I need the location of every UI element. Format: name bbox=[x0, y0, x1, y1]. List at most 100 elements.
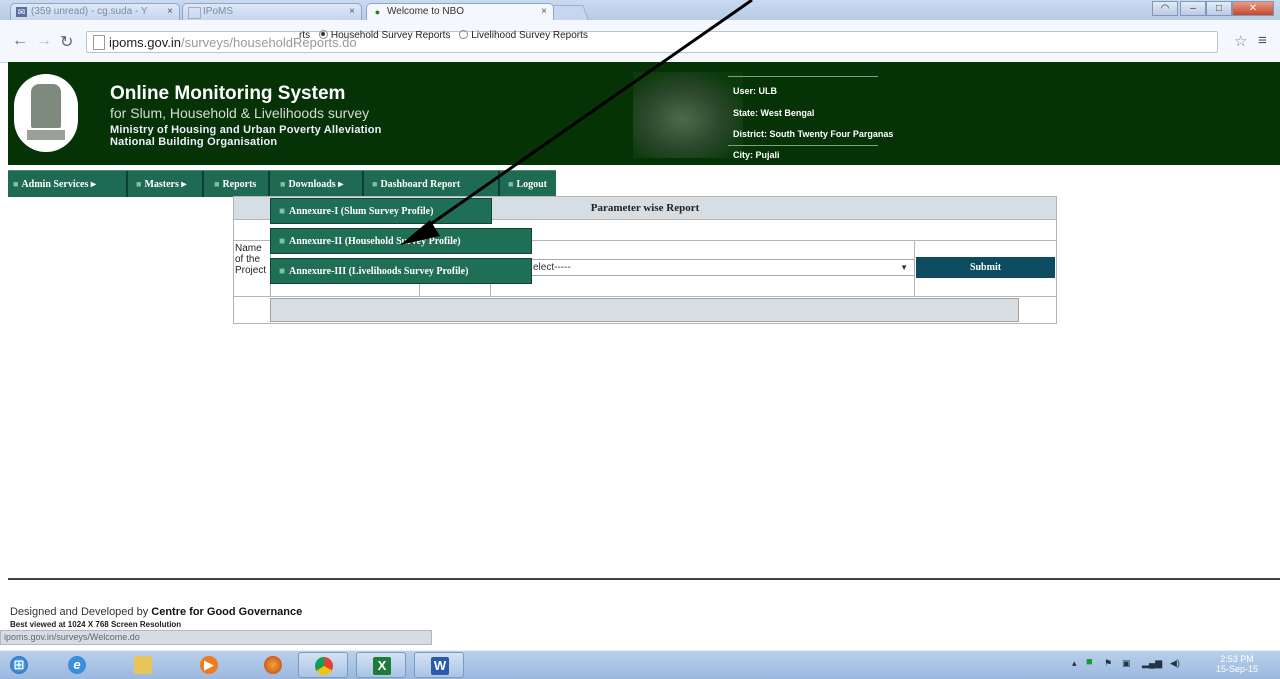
site-subtitle: for Slum, Household & Livelihoods survey bbox=[110, 105, 370, 121]
resolution-note: Best viewed at 1024 X 768 Screen Resolut… bbox=[10, 620, 182, 629]
tab-label: IPoMS bbox=[203, 6, 234, 17]
close-icon[interactable]: × bbox=[541, 4, 547, 20]
flag-icon[interactable]: ⚑ bbox=[1104, 658, 1112, 669]
close-icon[interactable]: × bbox=[349, 4, 355, 20]
credit-text: Designed and Developed by bbox=[10, 606, 149, 618]
project-select[interactable]: elect----- ▼ bbox=[490, 259, 915, 276]
bullet-icon: ■ bbox=[508, 179, 514, 189]
security-icon[interactable]: ■ bbox=[1086, 656, 1093, 668]
national-emblem-logo bbox=[14, 74, 78, 152]
windows-logo-icon: ⊞ bbox=[10, 656, 28, 674]
menu-admin-services[interactable]: ■ Admin Services ▸ bbox=[8, 171, 128, 197]
chevron-up-icon[interactable]: ▴ bbox=[1072, 658, 1077, 669]
network-icon[interactable]: ▣ bbox=[1122, 658, 1131, 669]
menu-label: Logout bbox=[516, 179, 547, 190]
site-title: Online Monitoring System bbox=[110, 83, 346, 104]
project-name-label: Name of the Project bbox=[235, 243, 267, 276]
menu-reports[interactable]: ■ Reports bbox=[204, 171, 270, 197]
windows-taskbar: ⊞ e ▶ X W ▴ ■ ⚑ ▣ ▂▄▆ ◀) 2:53 PM 15-Sep-… bbox=[0, 650, 1280, 679]
select-value: elect----- bbox=[533, 262, 571, 273]
volume-icon[interactable]: ◀) bbox=[1170, 658, 1180, 669]
divider bbox=[728, 76, 878, 77]
designer-name: Centre for Good Governance bbox=[151, 606, 303, 618]
page-icon bbox=[93, 35, 105, 50]
taskbar-word[interactable]: W bbox=[414, 652, 464, 678]
submit-button[interactable]: Submit bbox=[916, 257, 1055, 278]
menu-label: Admin Services bbox=[21, 179, 89, 190]
browser-tab-mail[interactable]: ✉ (359 unread) - cg.suda - Y × bbox=[10, 3, 180, 20]
menu-label: Annexure-II (Household Survey Profile) bbox=[289, 236, 461, 247]
bullet-icon: ■ bbox=[279, 266, 286, 277]
taskbar-excel[interactable]: X bbox=[356, 652, 406, 678]
close-icon[interactable]: × bbox=[167, 4, 173, 20]
livelihood-report-radio[interactable] bbox=[459, 29, 469, 39]
divider bbox=[233, 296, 1057, 297]
menu-logout[interactable]: ■ Logout bbox=[500, 171, 556, 197]
browser-tab-nbo[interactable]: ● Welcome to NBO × bbox=[366, 3, 554, 20]
folder-icon bbox=[134, 656, 152, 674]
dropdown-arrow-icon: ▼ bbox=[900, 263, 908, 272]
bullet-icon: ■ bbox=[13, 179, 19, 189]
menu-label: Annexure-III (Livelihoods Survey Profile… bbox=[289, 266, 469, 277]
browser-tab-ipoms[interactable]: IPoMS × bbox=[182, 3, 362, 20]
reload-icon[interactable]: ↻ bbox=[60, 32, 73, 52]
clock-time: 2:53 PM bbox=[1220, 654, 1254, 664]
tab-label: (359 unread) - cg.suda - Y bbox=[31, 6, 148, 17]
menu-masters[interactable]: ■ Masters ▸ bbox=[128, 171, 204, 197]
back-arrow-icon[interactable]: ← bbox=[12, 32, 28, 50]
menu-downloads[interactable]: ■ Downloads ▸ bbox=[270, 171, 364, 197]
user-info: User: ULB bbox=[733, 86, 778, 96]
url-host: ipoms.gov.in bbox=[109, 35, 182, 50]
globe-icon: ● bbox=[374, 7, 381, 17]
media-player-icon: ▶ bbox=[200, 656, 218, 674]
annexure-3-menu-item[interactable]: ■ Annexure-III (Livelihoods Survey Profil… bbox=[270, 258, 532, 284]
taskbar-chrome[interactable] bbox=[298, 652, 348, 678]
taskbar-firefox[interactable] bbox=[248, 652, 300, 678]
tab-label: Welcome to NBO bbox=[387, 6, 465, 17]
excel-icon: X bbox=[373, 657, 391, 675]
user-icon[interactable]: ◠ bbox=[1152, 1, 1178, 16]
bullet-icon: ■ bbox=[136, 179, 142, 189]
bullet-icon: ■ bbox=[280, 179, 286, 189]
signal-icon[interactable]: ▂▄▆ bbox=[1142, 658, 1162, 669]
household-report-radio[interactable] bbox=[318, 29, 328, 39]
maximize-button[interactable]: □ bbox=[1206, 1, 1232, 16]
address-bar: ← → ↻ ipoms.gov.in/surveys/householdRepo… bbox=[0, 20, 1280, 63]
taskbar-ie[interactable]: e bbox=[52, 652, 104, 678]
footer-divider bbox=[8, 578, 1280, 580]
radio-label: rts bbox=[299, 30, 311, 41]
taskbar-explorer[interactable] bbox=[118, 652, 170, 678]
browser-tab-strip: ✉ (359 unread) - cg.suda - Y × IPoMS × ●… bbox=[0, 0, 1280, 20]
menu-label: Downloads bbox=[288, 179, 336, 190]
menu-label: Annexure-I (Slum Survey Profile) bbox=[289, 206, 434, 217]
system-tray: ▴ ■ ⚑ ▣ ▂▄▆ ◀) 2:53 PM 15-Sep-15 bbox=[1070, 654, 1270, 676]
city-info: City: Pujali bbox=[733, 150, 780, 160]
clock-date: 15-Sep-15 bbox=[1216, 664, 1259, 674]
internet-explorer-icon: e bbox=[68, 656, 86, 674]
close-window-button[interactable]: ✕ bbox=[1232, 1, 1274, 16]
start-button[interactable]: ⊞ bbox=[0, 652, 44, 678]
bullet-icon: ■ bbox=[372, 179, 378, 189]
ministry-name: Ministry of Housing and Urban Poverty Al… bbox=[110, 124, 382, 136]
chrome-icon bbox=[315, 657, 333, 675]
clock[interactable]: 2:53 PM 15-Sep-15 bbox=[1216, 654, 1258, 674]
menu-label: Dashboard Report bbox=[380, 179, 461, 190]
firefox-icon bbox=[264, 656, 282, 674]
annexure-2-menu-item[interactable]: ■ Annexure-II (Household Survey Profile) bbox=[270, 228, 532, 254]
url-input[interactable]: ipoms.gov.in/surveys/householdReports.do bbox=[86, 31, 1218, 53]
menu-label: Reports bbox=[222, 179, 257, 190]
radio-label: Livelihood Survey Reports bbox=[471, 30, 588, 41]
minimize-button[interactable]: – bbox=[1180, 1, 1206, 16]
report-type-radios: rts Household Survey Reports Livelihood … bbox=[299, 29, 588, 41]
menu-label: Masters bbox=[144, 179, 179, 190]
hamburger-menu-icon[interactable]: ≡ bbox=[1258, 32, 1267, 49]
district-info: District: South Twenty Four Parganas bbox=[733, 129, 894, 139]
menu-dashboard-report[interactable]: ■ Dashboard Report bbox=[364, 171, 500, 197]
taskbar-media[interactable]: ▶ bbox=[184, 652, 236, 678]
forward-arrow-icon[interactable]: → bbox=[36, 32, 52, 50]
bookmark-star-icon[interactable]: ☆ bbox=[1234, 32, 1247, 50]
header-photo bbox=[633, 72, 743, 158]
radio-label: Household Survey Reports bbox=[330, 30, 451, 41]
annexure-1-menu-item[interactable]: ■ Annexure-I (Slum Survey Profile) bbox=[270, 198, 492, 224]
page-icon bbox=[188, 7, 201, 19]
